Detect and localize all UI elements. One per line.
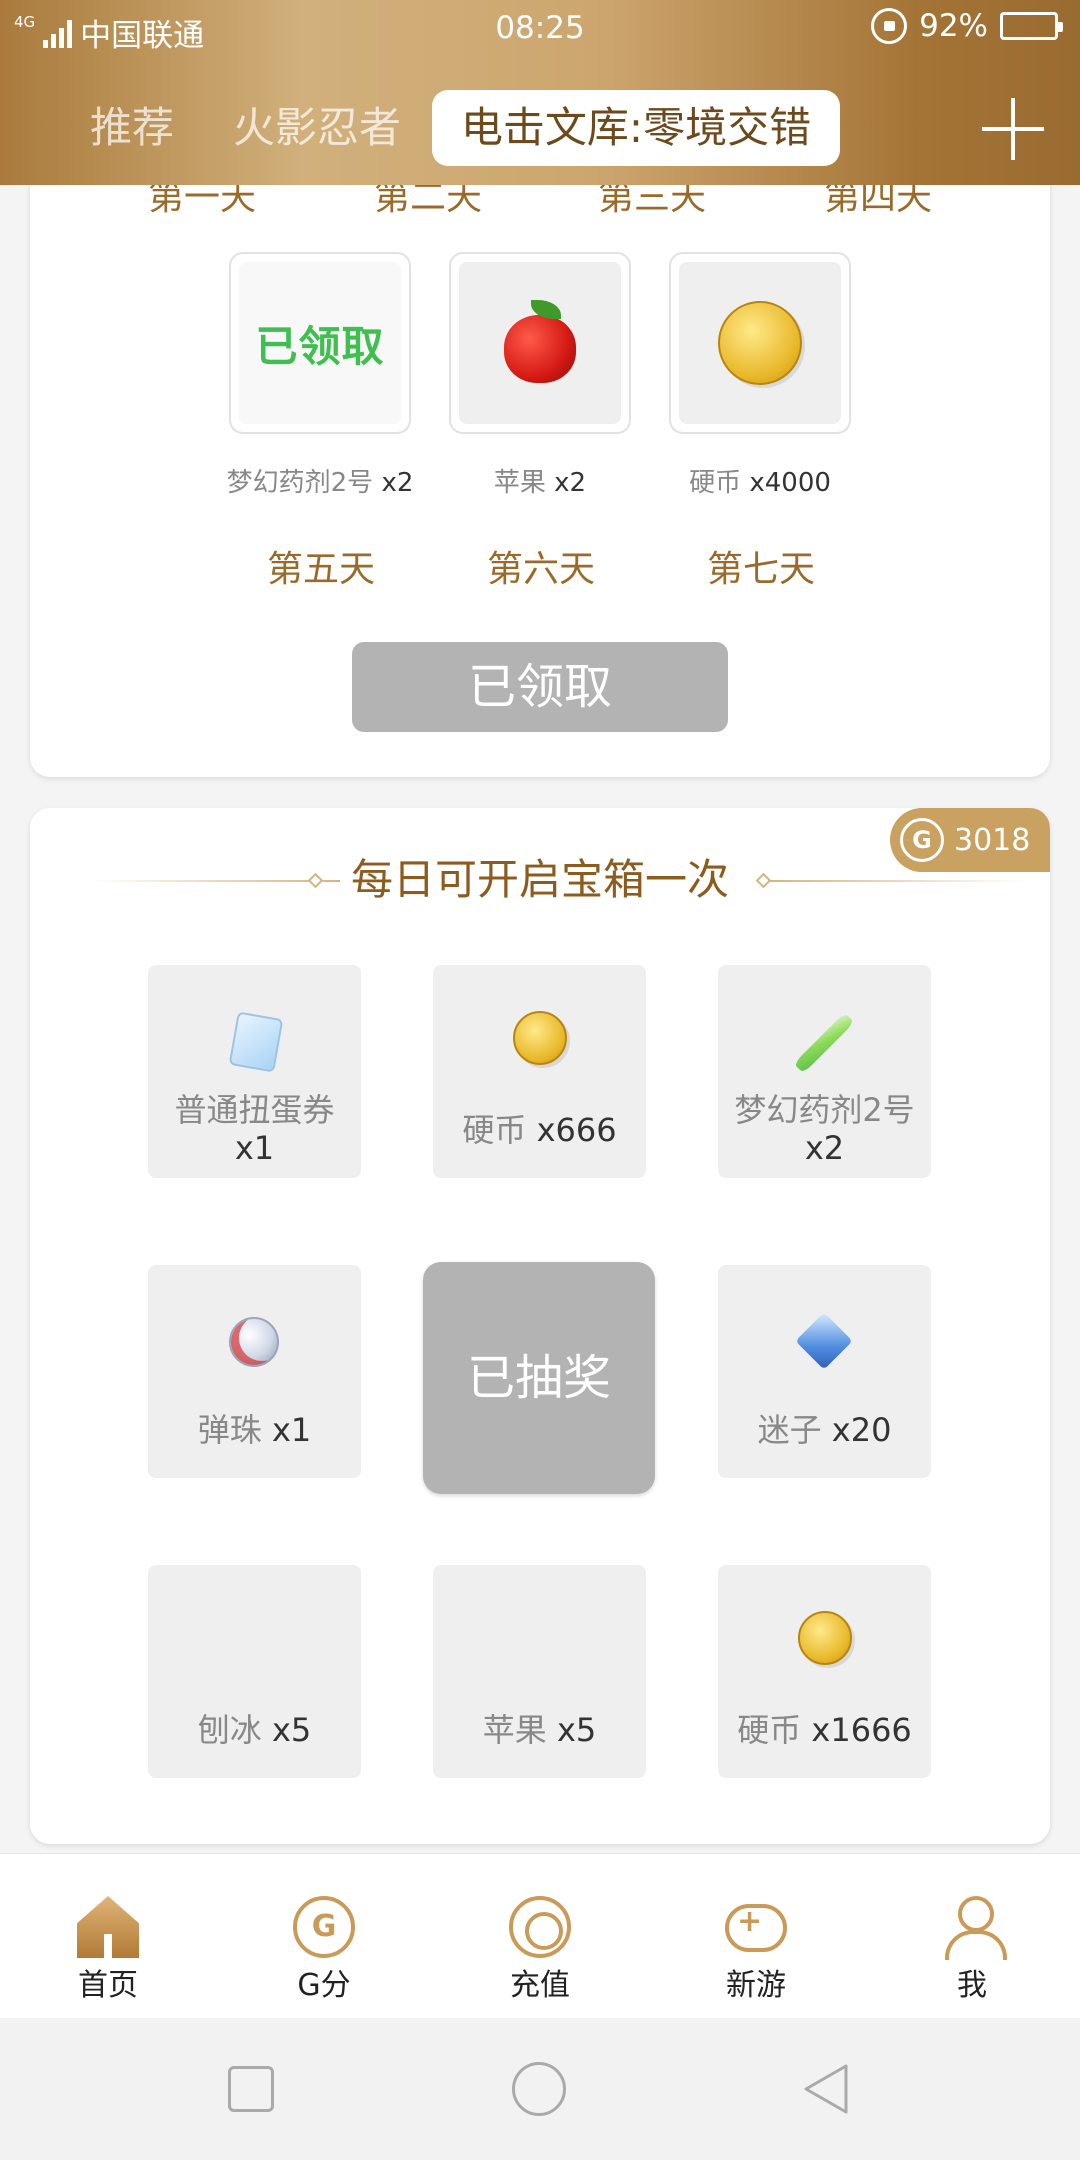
tab-bar: 推荐 火影忍者 电击文库:零境交错 bbox=[0, 90, 1080, 166]
prize-qty-value: x1666 bbox=[811, 1711, 912, 1749]
tab-naruto[interactable]: 火影忍者 bbox=[233, 90, 401, 166]
chest-prize-cell[interactable]: 迷子 x20 bbox=[718, 1265, 931, 1478]
home-icon bbox=[77, 1896, 139, 1958]
prize-qty-value: x5 bbox=[271, 1711, 312, 1749]
reward-qty: x2 bbox=[381, 468, 414, 498]
g-score-icon: G bbox=[293, 1896, 355, 1958]
chest-prize-cell[interactable]: 硬币 x1666 bbox=[718, 1565, 931, 1778]
reward-caption: 梦幻药剂2号 x2 bbox=[200, 462, 440, 499]
coin-icon bbox=[798, 1611, 852, 1665]
nav-label: 充值 bbox=[510, 1968, 570, 2003]
prize-name: 弹珠 bbox=[197, 1411, 262, 1449]
reward-caption: 硬币 x4000 bbox=[640, 462, 880, 499]
marble-icon bbox=[229, 1317, 279, 1367]
claimed-stamp: 已领取 bbox=[255, 321, 385, 371]
prize-name: 普通扭蛋券 bbox=[174, 1091, 335, 1129]
reward-icon-area bbox=[679, 262, 841, 424]
signin-card: 第一天 第二天 第三天 第四天 已领取 梦幻药剂2号 x2 苹果 x2 硬币 x… bbox=[30, 120, 1050, 777]
chest-draw-button[interactable]: 已抽奖 bbox=[423, 1262, 655, 1494]
coin-icon bbox=[718, 301, 802, 385]
battery-icon bbox=[1000, 12, 1063, 40]
nav-g-score[interactable]: G G分 bbox=[216, 1854, 432, 2019]
prize-name: 硬币 bbox=[462, 1111, 527, 1149]
status-right: 92% bbox=[871, 8, 1063, 44]
prize-qty-value: x666 bbox=[536, 1111, 617, 1149]
potion-icon bbox=[793, 1012, 855, 1074]
reward-name: 苹果 bbox=[493, 468, 546, 498]
chest-prize-cell[interactable]: 刨冰 x5 bbox=[148, 1565, 361, 1778]
day-label: 第六天 bbox=[487, 549, 596, 590]
chest-card: G 3018 每日可开启宝箱一次 普通扭蛋券 x1 硬币 x666 梦幻药剂2号… bbox=[30, 808, 1050, 1844]
prize-label: 硬币 x666 bbox=[433, 1111, 646, 1149]
divider-line bbox=[768, 880, 1028, 882]
coin-icon bbox=[513, 1011, 567, 1065]
chest-prize-cell[interactable]: 普通扭蛋券 x1 bbox=[148, 965, 361, 1178]
tab-recommend[interactable]: 推荐 bbox=[90, 90, 174, 166]
nav-label: 首页 bbox=[78, 1968, 138, 2003]
prize-name: 硬币 bbox=[737, 1711, 802, 1749]
prize-qty: x1 bbox=[148, 1129, 361, 1167]
reward-icon-area: 已领取 bbox=[239, 262, 401, 424]
prize-qty-value: x2 bbox=[804, 1129, 845, 1167]
chest-prize-cell[interactable]: 硬币 x666 bbox=[433, 965, 646, 1178]
nav-home[interactable]: 首页 bbox=[0, 1854, 216, 2019]
prize-name: 苹果 bbox=[482, 1711, 547, 1749]
prize-name: 梦幻药剂2号 bbox=[734, 1091, 915, 1129]
apple-icon bbox=[497, 300, 583, 386]
day-label: 第五天 bbox=[267, 549, 376, 590]
nav-label: G分 bbox=[297, 1968, 351, 2003]
reward-caption: 苹果 x2 bbox=[420, 462, 660, 499]
prize-qty-value: x20 bbox=[831, 1411, 892, 1449]
nav-label: 新游 bbox=[726, 1968, 786, 2003]
back-triangle-icon[interactable] bbox=[800, 2062, 854, 2116]
reward-icon-area bbox=[459, 262, 621, 424]
prize-label: 苹果 x5 bbox=[433, 1711, 646, 1749]
bottom-nav: 首页 G G分 充值 新游 我 bbox=[0, 1853, 1080, 2018]
prize-qty: x2 bbox=[718, 1129, 931, 1167]
app-header: 4G 中国联通 08:25 92% 推荐 火影忍者 电击文库:零境交错 bbox=[0, 0, 1080, 185]
reward-qty: x4000 bbox=[749, 468, 831, 498]
reward-day-7[interactable] bbox=[669, 252, 851, 434]
battery-percent: 92% bbox=[919, 8, 988, 44]
day-label: 第七天 bbox=[707, 549, 816, 590]
recent-apps-icon[interactable] bbox=[228, 2066, 274, 2112]
gem-icon bbox=[795, 1312, 853, 1370]
chest-prize-cell[interactable]: 苹果 x5 bbox=[433, 1565, 646, 1778]
prize-qty-value: x5 bbox=[556, 1711, 597, 1749]
reward-name: 梦幻药剂2号 bbox=[226, 468, 374, 498]
status-bar: 4G 中国联通 08:25 92% bbox=[0, 0, 1080, 56]
prize-label: 刨冰 x5 bbox=[148, 1711, 361, 1749]
chest-title-row: 每日可开启宝箱一次 bbox=[30, 850, 1050, 910]
recharge-icon bbox=[509, 1896, 571, 1958]
reward-qty: x2 bbox=[554, 468, 587, 498]
rotation-lock-icon bbox=[871, 8, 908, 44]
prize-label: 硬币 x1666 bbox=[718, 1711, 931, 1749]
prize-qty-value: x1 bbox=[234, 1129, 275, 1167]
prize-label: 弹珠 x1 bbox=[148, 1411, 361, 1449]
gamepad-icon bbox=[725, 1904, 787, 1952]
signin-claimed-button[interactable]: 已领取 bbox=[352, 642, 728, 732]
chest-prize-cell[interactable]: 弹珠 x1 bbox=[148, 1265, 361, 1478]
system-nav-bar bbox=[0, 2018, 1080, 2160]
chest-prize-cell[interactable]: 梦幻药剂2号 x2 bbox=[718, 965, 931, 1178]
nav-new-games[interactable]: 新游 bbox=[648, 1854, 864, 2019]
nav-label: 我 bbox=[957, 1968, 987, 2003]
gacha-ticket-icon bbox=[228, 1011, 284, 1073]
prize-name: 刨冰 bbox=[197, 1711, 262, 1749]
nav-profile[interactable]: 我 bbox=[864, 1854, 1080, 2019]
tab-dengeki-bunko[interactable]: 电击文库:零境交错 bbox=[432, 90, 840, 166]
nav-recharge[interactable]: 充值 bbox=[432, 1854, 648, 2019]
profile-icon bbox=[941, 1896, 1007, 1960]
reward-day-6[interactable] bbox=[449, 252, 631, 434]
reward-day-5[interactable]: 已领取 bbox=[229, 252, 411, 434]
add-tab-icon[interactable] bbox=[982, 98, 1044, 160]
home-circle-icon[interactable] bbox=[512, 2062, 566, 2116]
prize-qty-value: x1 bbox=[271, 1411, 312, 1449]
prize-name: 迷子 bbox=[757, 1411, 822, 1449]
prize-label: 迷子 x20 bbox=[718, 1411, 931, 1449]
reward-name: 硬币 bbox=[689, 468, 742, 498]
